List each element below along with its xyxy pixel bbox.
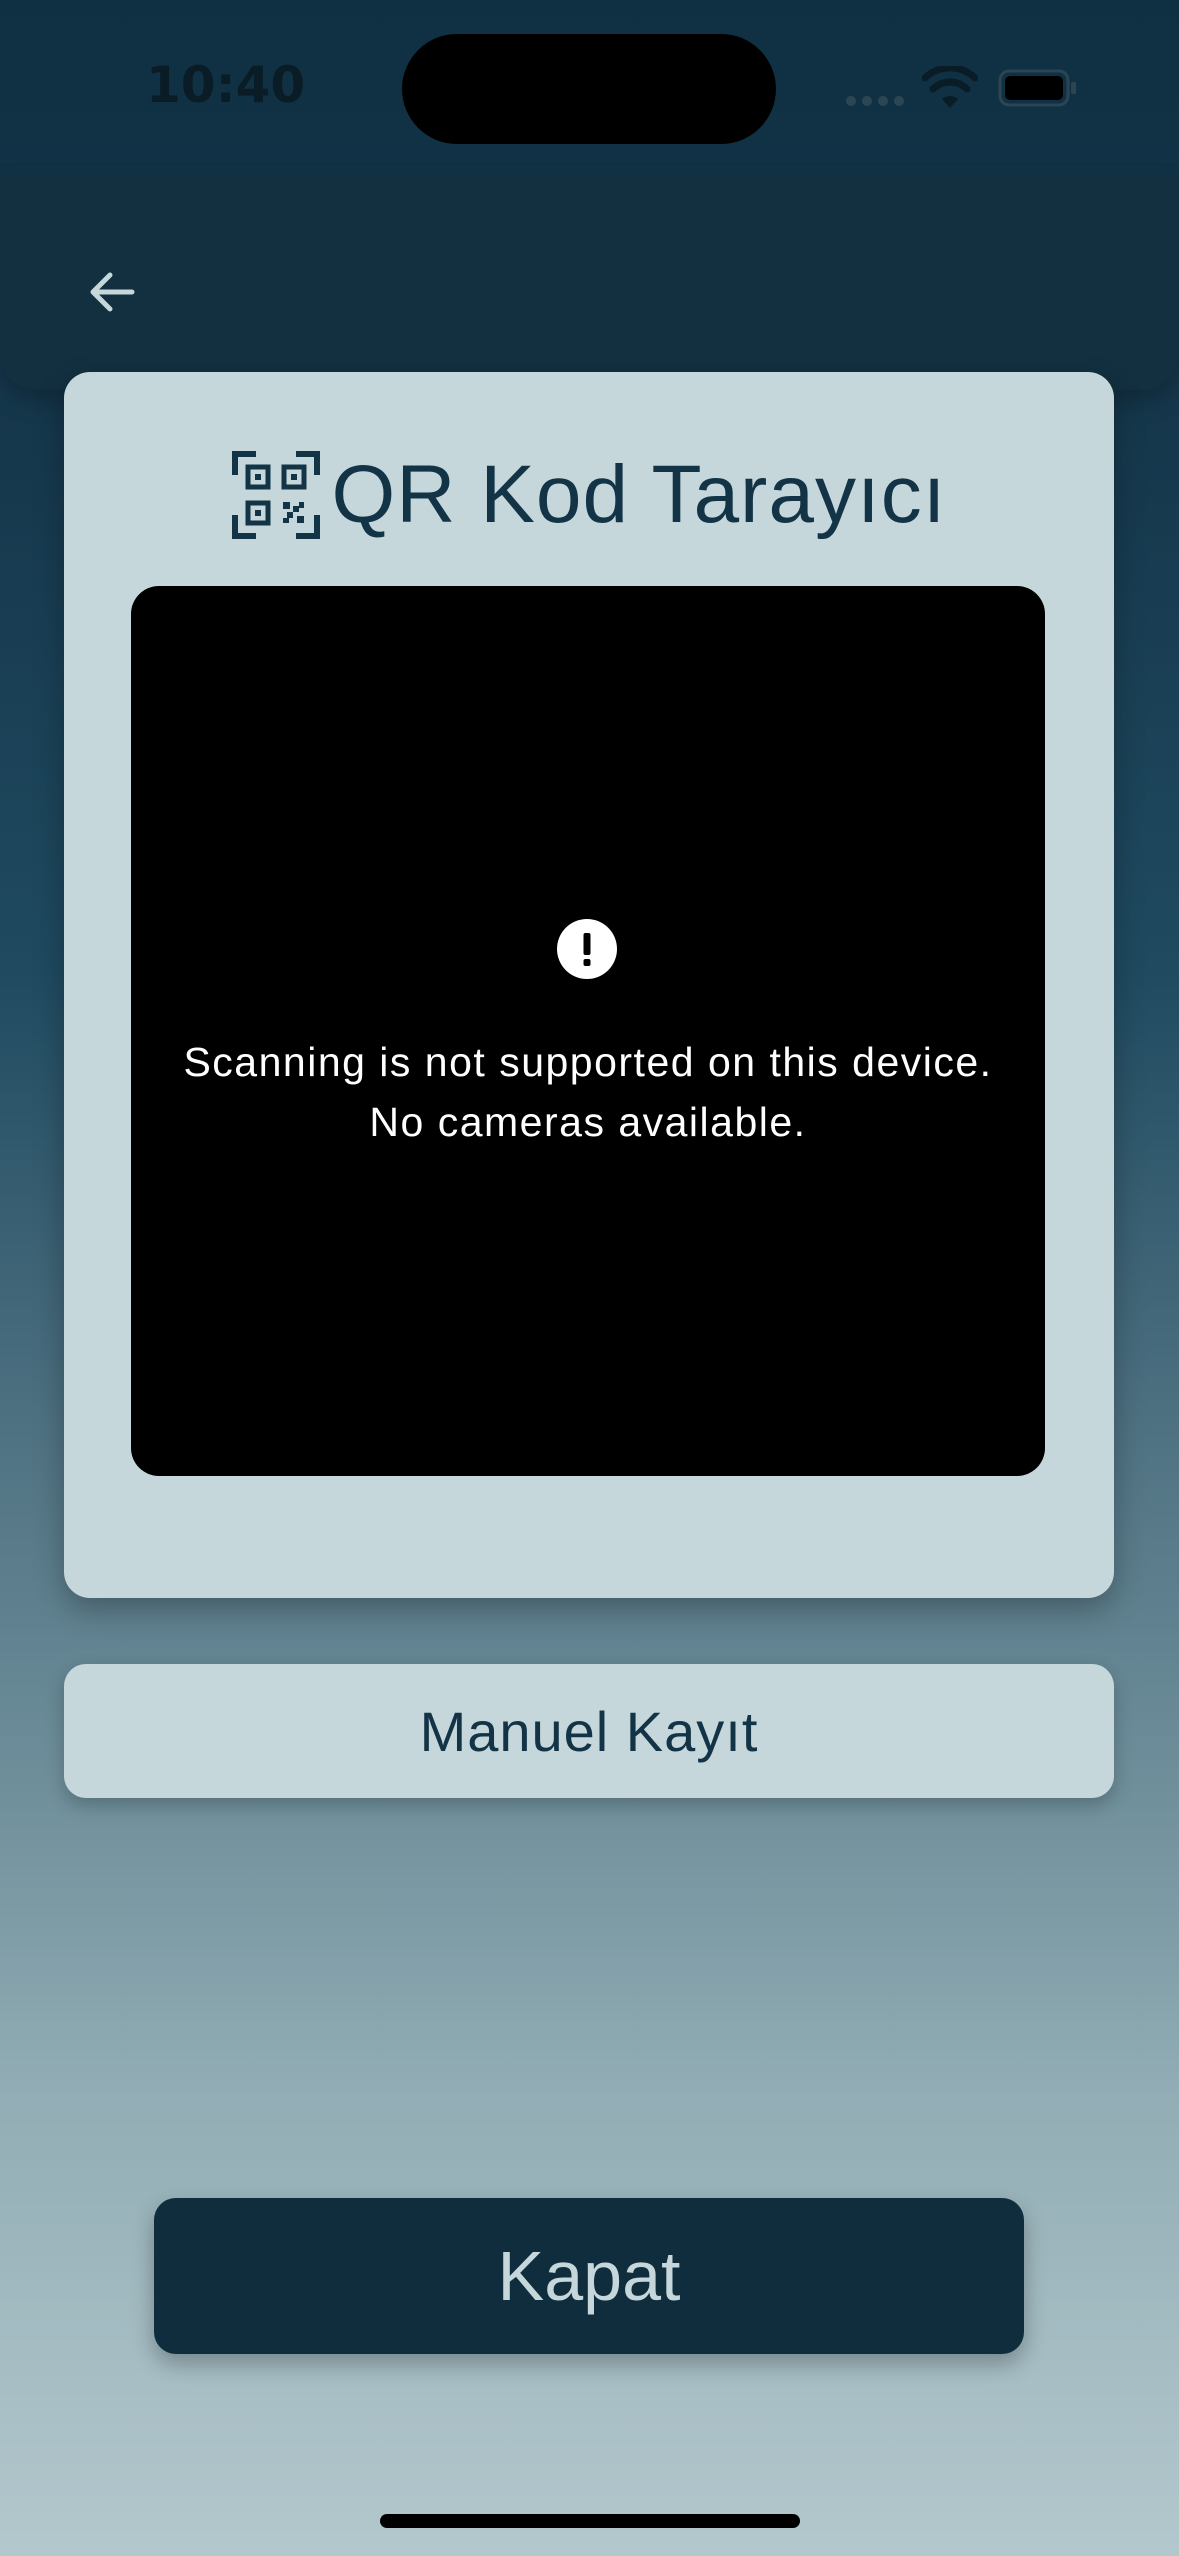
home-indicator — [380, 2514, 800, 2528]
error-line-2: No cameras available. — [369, 1099, 807, 1145]
qr-code-scan-icon — [232, 451, 321, 539]
manual-entry-button[interactable]: Manuel Kayıt — [64, 1664, 1114, 1798]
battery-icon — [998, 69, 1076, 107]
dynamic-island — [402, 34, 776, 144]
cellular-signal-icon — [846, 96, 906, 106]
arrow-left-icon — [90, 272, 135, 312]
close-button[interactable]: Kapat — [154, 2198, 1024, 2354]
back-button[interactable] — [72, 252, 152, 332]
scanner-header: QR Kod Tarayıcı — [64, 440, 1114, 550]
error-line-1: Scanning is not supported on this device… — [183, 1039, 993, 1085]
scanner-card: QR Kod Tarayıcı Scanning is not supporte… — [64, 372, 1114, 1598]
app-bar — [0, 176, 1179, 390]
scanner-error-message: Scanning is not supported on this device… — [131, 1032, 1045, 1152]
camera-preview: Scanning is not supported on this device… — [131, 586, 1045, 1476]
status-bar: 10:40 — [0, 0, 1179, 176]
wifi-icon — [922, 66, 978, 108]
status-time: 10:40 — [146, 56, 306, 114]
page-title: QR Kod Tarayıcı — [331, 449, 947, 540]
exclamation-circle-icon — [557, 919, 617, 979]
